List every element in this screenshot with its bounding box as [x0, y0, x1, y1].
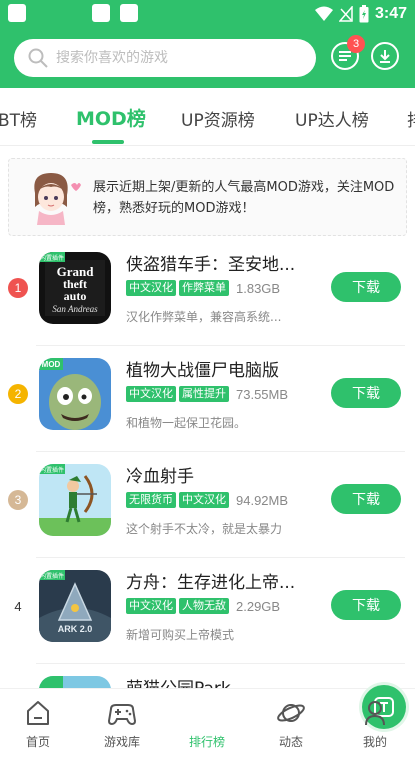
rank-badge: 2 [8, 384, 28, 404]
tab-up-resources[interactable]: UP资源榜 [181, 106, 255, 131]
rank-number: 4 [14, 598, 22, 614]
mod-badge-text: 内置插件 [40, 466, 64, 474]
nav-profile[interactable]: 我的 [345, 693, 405, 753]
bottom-navigation: 首页 游戏库 排行榜 动态 我的 [0, 685, 415, 767]
game-title: 侠盗猎车手：圣安地... [126, 255, 296, 275]
game-description: 和植物一起保卫花园。 [126, 416, 247, 430]
game-description: 这个射手不太冷，就是太暴力 [126, 522, 283, 536]
nav-label: 我的 [362, 735, 387, 749]
ranking-tabs: BT榜 MOD榜 UP资源榜 UP达人榜 排 [0, 88, 415, 146]
active-tab-indicator [92, 140, 124, 144]
download-button[interactable]: 下载 [331, 272, 401, 302]
battery-icon [359, 5, 369, 23]
tag: 中文汉化 [126, 598, 176, 614]
messages-button[interactable]: 3 [331, 35, 365, 70]
cold-blood-shooter-app-icon: 内置插件 [39, 464, 111, 536]
downloads-button[interactable] [371, 42, 399, 70]
notice-text: 展示近期上架/更新的人气最高MOD游戏，关注MOD榜，熟悉好玩的MOD游戏！ [93, 180, 395, 216]
tag: 作弊菜单 [179, 280, 229, 296]
tab-more[interactable]: 排 [407, 106, 415, 131]
signal-off-icon [338, 6, 353, 22]
mod-badge-text: 内置插件 [40, 572, 64, 580]
game-description: 新增可购买上帝模式 [126, 628, 235, 642]
nav-ranking[interactable]: 排行榜 [177, 685, 406, 753]
notification-icon [8, 4, 26, 22]
tag: 无限货币 [126, 492, 176, 508]
tab-bt[interactable]: BT榜 [0, 106, 37, 131]
list-item[interactable]: 2 MOD 植物大战僵尸电脑版 中文汉化 属性提升 73.55MB 和植物一起保… [0, 346, 415, 452]
profile-icon [365, 701, 385, 726]
mascot-avatar [34, 173, 81, 225]
tab-mod[interactable]: MOD榜 [76, 104, 146, 131]
tag: 人物无敌 [179, 598, 229, 614]
planet-icon [277, 704, 305, 722]
game-tags: 中文汉化 人物无敌 2.29GB [126, 598, 280, 614]
tag: 中文汉化 [126, 386, 176, 402]
mod-badge-text: MOD [42, 360, 61, 369]
message-icon [339, 51, 351, 61]
app-header: 3:47 3 [0, 0, 415, 88]
nav-home[interactable]: 首页 [8, 693, 68, 753]
download-button[interactable]: 下载 [331, 484, 401, 514]
nav-label: 游戏库 [103, 735, 140, 749]
file-size: 73.55MB [236, 386, 289, 402]
nav-label: 首页 [25, 735, 50, 749]
wifi-icon [314, 6, 333, 21]
tag: 属性提升 [179, 386, 229, 402]
file-size: 2.29GB [236, 598, 281, 614]
svg-text:ARK 2.0: ARK 2.0 [58, 624, 93, 634]
svg-text:auto: auto [64, 289, 87, 303]
download-button[interactable]: 下载 [331, 378, 401, 408]
game-tags: 无限货币 中文汉化 94.92MB [126, 492, 288, 508]
list-item[interactable]: 4 ARK 2.0 内置插件 方舟：生存进化上帝... 中文汉化 人物无敌 2.… [0, 558, 415, 664]
tag: 中文汉化 [126, 280, 176, 296]
list-item[interactable]: 1 Grand theft auto San Andreas 内置插件 侠盗猎车… [0, 240, 415, 346]
tag: 中文汉化 [179, 492, 229, 508]
notification-icon [92, 4, 110, 22]
file-size: 1.83GB [236, 280, 281, 296]
nav-label: 排行榜 [188, 735, 225, 749]
nav-feed[interactable]: 动态 [261, 693, 321, 753]
download-icon [380, 50, 390, 63]
mod-ranking-notice: 展示近期上架/更新的人气最高MOD游戏，关注MOD榜，熟悉好玩的MOD游戏！ [8, 158, 407, 236]
game-tags: 中文汉化 作弊菜单 1.83GB [126, 280, 280, 296]
rank-badge: 3 [8, 490, 28, 510]
mod-badge-text: 内置插件 [40, 254, 64, 262]
message-count-badge: 3 [347, 35, 365, 53]
list-item[interactable]: 3 内置插件 冷血射手 无限货币 中文汉化 94.92MB 这个射手不太冷，就是… [0, 452, 415, 558]
gamepad-icon [107, 704, 137, 726]
home-icon [27, 701, 49, 725]
game-title: 方舟：生存进化上帝... [126, 573, 296, 593]
ark-survival-app-icon: ARK 2.0 内置插件 [39, 570, 111, 642]
search-bar[interactable] [14, 39, 316, 77]
tab-up-creators[interactable]: UP达人榜 [295, 106, 369, 131]
status-bar: 3:47 [0, 0, 415, 28]
game-tags: 中文汉化 属性提升 73.55MB [126, 386, 288, 402]
game-title: 植物大战僵尸电脑版 [126, 361, 279, 381]
search-input[interactable] [56, 50, 296, 66]
search-icon [28, 48, 48, 68]
clock: 3:47 [374, 5, 407, 22]
file-size: 94.92MB [236, 492, 289, 508]
download-button[interactable]: 下载 [331, 590, 401, 620]
nav-game-library[interactable]: 游戏库 [92, 693, 152, 753]
game-description: 汉化作弊菜单，兼容高系统... [126, 310, 282, 324]
gta-san-andreas-app-icon: Grand theft auto San Andreas 内置插件 [39, 252, 111, 324]
notification-icon [120, 4, 138, 22]
game-title: 冷血射手 [126, 467, 194, 487]
plants-vs-zombies-app-icon: MOD [39, 358, 111, 430]
nav-label: 动态 [278, 735, 303, 749]
svg-text:San Andreas: San Andreas [52, 304, 98, 314]
rank-badge: 1 [8, 278, 28, 298]
